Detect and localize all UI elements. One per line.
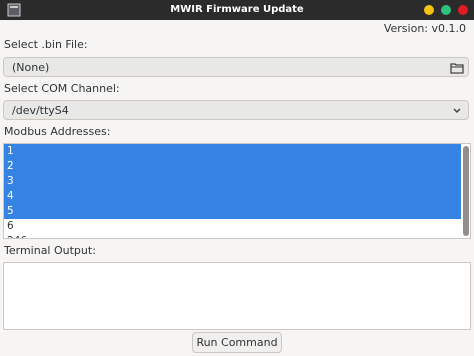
modbus-addresses-label: Modbus Addresses:	[4, 125, 111, 138]
scrollbar-thumb[interactable]	[463, 146, 469, 236]
terminal-output[interactable]	[3, 262, 471, 330]
version-label: Version: v0.1.0	[383, 22, 466, 35]
app-icon	[7, 3, 21, 17]
list-item[interactable]: 3	[4, 174, 461, 189]
terminal-output-label: Terminal Output:	[4, 244, 96, 257]
window-title: MWIR Firmware Update	[170, 4, 304, 15]
list-scrollbar[interactable]	[463, 145, 469, 237]
list-item[interactable]: 6	[4, 219, 461, 234]
list-item[interactable]: 5	[4, 204, 461, 219]
list-item[interactable]: 2	[4, 159, 461, 174]
list-item[interactable]: 4	[4, 189, 461, 204]
bin-file-value: (None)	[12, 61, 50, 74]
run-command-button[interactable]: Run Command	[192, 332, 282, 353]
minimize-button[interactable]	[424, 5, 434, 15]
chevron-down-icon	[453, 108, 461, 114]
list-item[interactable]: 1	[4, 144, 461, 159]
com-channel-label: Select COM Channel:	[4, 82, 120, 95]
com-channel-dropdown[interactable]: /dev/ttyS4	[3, 100, 469, 120]
bin-file-chooser[interactable]: (None)	[3, 57, 469, 77]
com-channel-value: /dev/ttyS4	[12, 104, 69, 117]
title-bar: MWIR Firmware Update	[0, 0, 474, 20]
list-item[interactable]: 246	[4, 234, 461, 238]
modbus-address-list[interactable]: 1 2 3 4 5 6 246	[3, 143, 471, 239]
close-button[interactable]	[458, 5, 468, 15]
folder-icon	[450, 63, 464, 74]
maximize-button[interactable]	[441, 5, 451, 15]
bin-file-label: Select .bin File:	[4, 38, 88, 51]
